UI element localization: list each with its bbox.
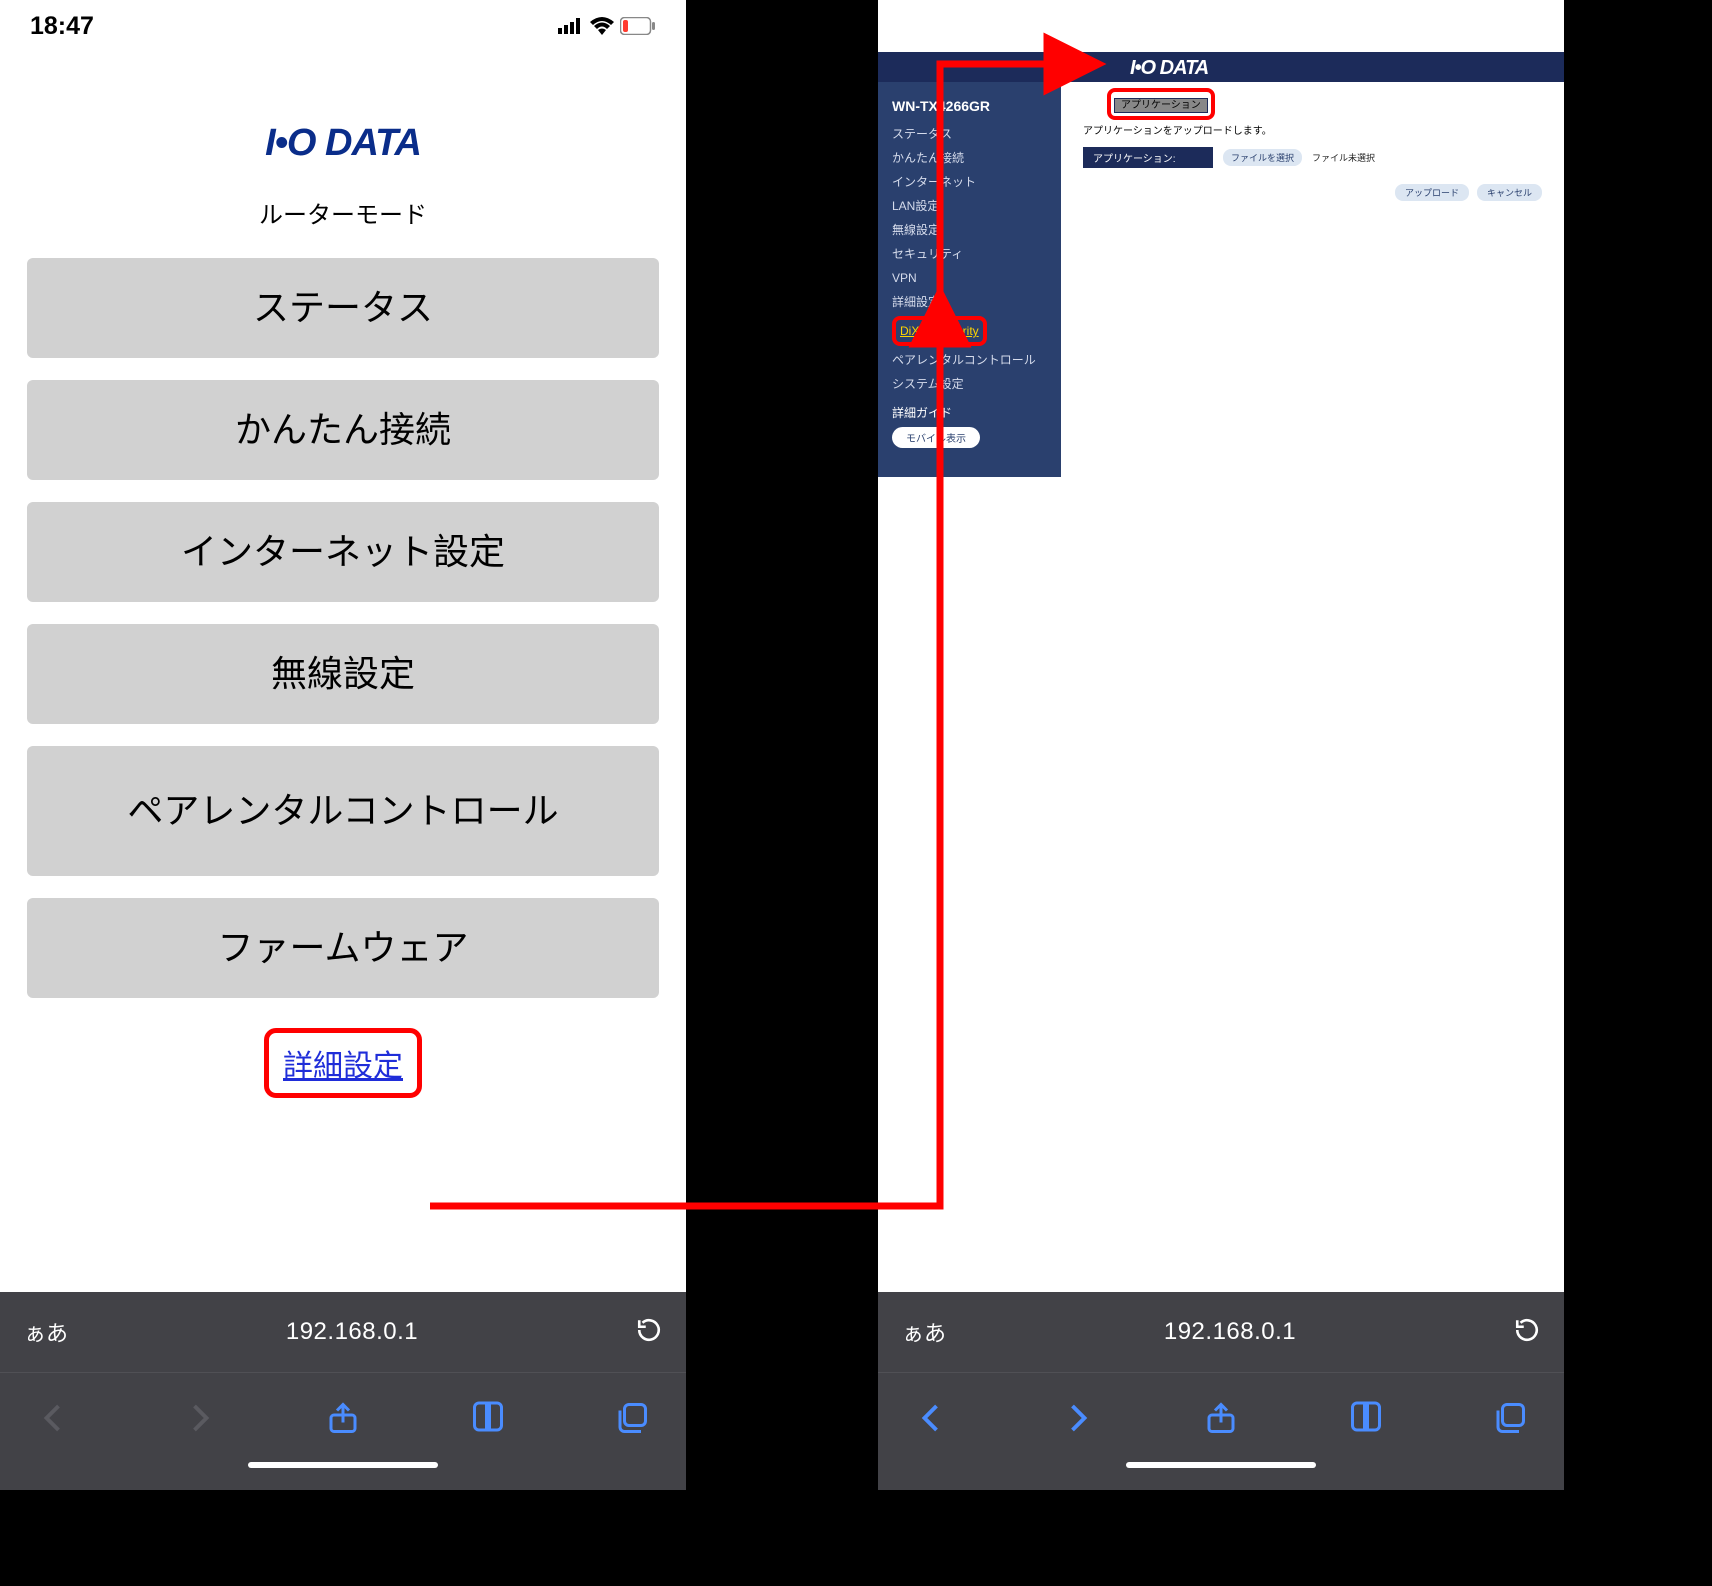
sidebar-item-internet[interactable]: インターネット [892,170,1047,194]
dixim-highlight: DiXiM Security [892,316,987,346]
phone-right-screen: I•O DATA アプリケーション WN-TX4266GR ステータス かんたん… [878,0,1564,1490]
address-bar[interactable]: ぁあ 192.168.0.1 [878,1292,1564,1372]
model-name: WN-TX4266GR [892,98,1047,114]
cancel-button[interactable]: キャンセル [1477,184,1542,201]
menu-wireless[interactable]: 無線設定 [27,624,658,724]
tabs-icon [1492,1400,1528,1436]
book-icon [470,1400,506,1436]
share-button[interactable] [1203,1400,1239,1436]
address-url[interactable]: 192.168.0.1 [1164,1318,1296,1346]
share-icon [325,1400,361,1436]
application-field-label: アプリケーション: [1083,147,1213,168]
sidebar-item-vpn[interactable]: VPN [892,266,1047,290]
desktop-admin-page: I•O DATA アプリケーション WN-TX4266GR ステータス かんたん… [878,52,1564,1292]
chevron-right-icon [181,1400,217,1436]
sidebar-guide-label: 詳細ガイド [892,404,1047,421]
sidebar-item-dixim[interactable]: DiXiM Security [900,324,979,338]
menu-easy-connect[interactable]: かんたん接続 [27,380,658,480]
address-url[interactable]: 192.168.0.1 [286,1318,418,1346]
browser-chrome: ぁあ 192.168.0.1 [878,1292,1564,1490]
main-content: アプリケーションをアップロードします。 アプリケーション: ファイルを選択 ファ… [1061,82,1564,477]
sidebar-item-lan[interactable]: LAN設定 [892,194,1047,218]
phone-left-screen: 18:47 I•O DATA ルーターモード ステータス かんたん接続 インター… [0,0,686,1490]
upload-button[interactable]: アップロード [1395,184,1469,201]
brand-logo: I•O DATA [265,122,421,165]
back-button[interactable] [36,1400,72,1436]
desktop-header: I•O DATA [878,52,1564,82]
brand-logo: I•O DATA [1130,54,1208,80]
menu-status[interactable]: ステータス [27,258,658,358]
page-description: アプリケーションをアップロードします。 [1083,122,1542,137]
back-button[interactable] [914,1400,950,1436]
status-time: 18:47 [30,12,94,41]
menu-parental[interactable]: ペアレンタルコントロール [27,746,658,876]
sidebar-item-parental[interactable]: ペアレンタルコントロール [892,348,1047,372]
tabs-button[interactable] [1492,1400,1528,1436]
text-size-button[interactable]: ぁあ [902,1316,946,1348]
chevron-left-icon [36,1400,72,1436]
bookmarks-button[interactable] [470,1400,506,1436]
menu-internet[interactable]: インターネット設定 [27,502,658,602]
sidebar-item-status[interactable]: ステータス [892,122,1047,146]
reload-button[interactable] [1514,1317,1540,1348]
file-select-button[interactable]: ファイルを選択 [1223,149,1302,166]
application-tab-highlight: アプリケーション [1107,88,1215,120]
status-icons [558,17,656,35]
cellular-icon [558,18,584,34]
browser-toolbar [0,1372,686,1462]
sidebar: WN-TX4266GR ステータス かんたん接続 インターネット LAN設定 無… [878,82,1061,477]
home-indicator [0,1462,686,1490]
application-tab[interactable]: アプリケーション [1114,98,1208,113]
chevron-left-icon [914,1400,950,1436]
status-bar: 18:47 [0,0,686,52]
reload-button[interactable] [636,1317,662,1348]
sidebar-item-easy-connect[interactable]: かんたん接続 [892,146,1047,170]
share-button[interactable] [325,1400,361,1436]
mobile-menu-page: I•O DATA ルーターモード ステータス かんたん接続 インターネット設定 … [0,52,686,1292]
address-bar[interactable]: ぁあ 192.168.0.1 [0,1292,686,1372]
text-size-button[interactable]: ぁあ [24,1316,68,1348]
forward-button[interactable] [1059,1400,1095,1436]
book-icon [1348,1400,1384,1436]
battery-low-icon [620,17,656,35]
browser-chrome: ぁあ 192.168.0.1 [0,1292,686,1490]
tabs-button[interactable] [614,1400,650,1436]
bookmarks-button[interactable] [1348,1400,1384,1436]
reload-icon [636,1317,662,1343]
file-status-text: ファイル未選択 [1312,151,1375,164]
tabs-icon [614,1400,650,1436]
share-icon [1203,1400,1239,1436]
mode-label: ルーターモード [259,195,427,230]
reload-icon [1514,1317,1540,1343]
wifi-icon [590,17,614,35]
sidebar-item-system[interactable]: システム設定 [892,372,1047,396]
chevron-right-icon [1059,1400,1095,1436]
mobile-view-button[interactable]: モバイル表示 [892,427,980,448]
detail-settings-highlight: 詳細設定 [264,1028,422,1098]
menu-firmware[interactable]: ファームウェア [27,898,658,998]
sidebar-item-detail[interactable]: 詳細設定 [892,290,1047,314]
main-menu: ステータス かんたん接続 インターネット設定 無線設定 ペアレンタルコントロール… [27,258,658,998]
browser-toolbar [878,1372,1564,1462]
home-indicator [878,1462,1564,1490]
detail-settings-link[interactable]: 詳細設定 [283,1050,403,1083]
sidebar-item-security[interactable]: セキュリティ [892,242,1047,266]
status-bar [878,0,1564,52]
forward-button[interactable] [181,1400,217,1436]
sidebar-item-wireless[interactable]: 無線設定 [892,218,1047,242]
